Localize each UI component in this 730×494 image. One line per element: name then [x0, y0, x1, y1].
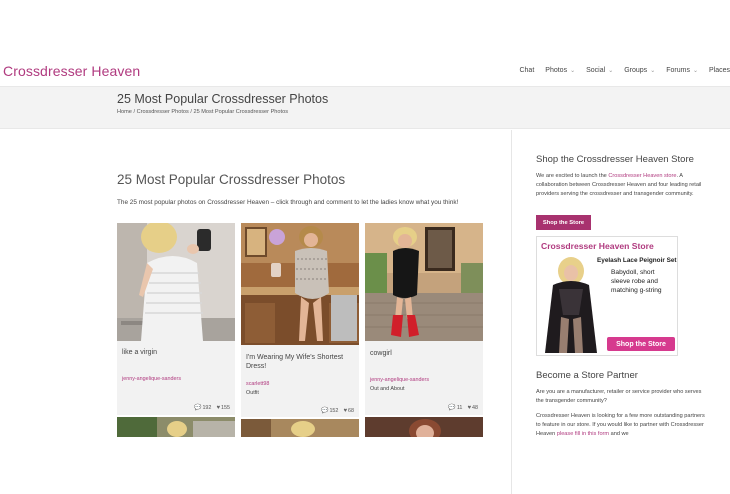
- card-caption[interactable]: cowgirl: [370, 349, 478, 358]
- photo-card[interactable]: I'm Wearing My Wife's Shortest Dress! sc…: [241, 223, 359, 417]
- nav-item-places[interactable]: Places: [709, 67, 730, 74]
- card-caption[interactable]: I'm Wearing My Wife's Shortest Dress!: [246, 353, 354, 371]
- nav-item-forums[interactable]: Forums ⌄: [666, 67, 698, 74]
- store-link[interactable]: Crossdresser Heaven store: [608, 173, 676, 179]
- heart-icon: ♥: [216, 404, 220, 411]
- like-count: 68: [348, 407, 354, 414]
- photo-thumbnail[interactable]: [241, 419, 359, 437]
- nav-item-chat[interactable]: Chat: [519, 67, 534, 74]
- card-category[interactable]: Out and About: [370, 386, 404, 392]
- store-text-part: We are excited to launch the: [536, 173, 609, 179]
- page-title: 25 Most Popular Crossdresser Photos: [117, 92, 329, 106]
- nav-label: Social: [586, 67, 606, 74]
- photo-thumbnail[interactable]: [117, 223, 235, 341]
- card-caption[interactable]: like a virgin: [122, 348, 230, 357]
- nav-label: Chat: [519, 67, 535, 74]
- card-author[interactable]: jenny-angelique-sanders: [122, 376, 181, 382]
- chevron-down-icon: ⌄: [570, 68, 576, 74]
- partner-form-link[interactable]: please fill in this form: [557, 431, 609, 437]
- card-stats: 💬152 ♥68: [320, 407, 354, 415]
- heart-icon: ♥: [343, 407, 347, 414]
- comment-count: 192: [202, 405, 212, 411]
- chevron-down-icon: ⌄: [608, 68, 614, 74]
- nav-label: Places: [708, 67, 730, 74]
- intro-text: The 25 most popular photos on Crossdress…: [117, 199, 459, 206]
- chevron-down-icon: ⌄: [692, 68, 698, 74]
- card-author[interactable]: jenny-angelique-sanders: [370, 377, 429, 383]
- card-author[interactable]: scarlett98: [246, 381, 269, 387]
- photo-card[interactable]: cowgirl jenny-angelique-sanders Out and …: [365, 223, 483, 415]
- chevron-down-icon: ⌄: [650, 68, 656, 74]
- comment-icon: 💬: [448, 405, 456, 411]
- partner-text-2: Crossdresser Heaven is looking for a few…: [536, 412, 708, 439]
- nav-label: Groups: [624, 67, 648, 74]
- store-heading: Shop the Crossdresser Heaven Store: [536, 154, 694, 165]
- photo-card[interactable]: like a virgin jenny-angelique-sanders 💬1…: [117, 223, 235, 415]
- like-count: 155: [221, 404, 230, 411]
- site-logo[interactable]: Crossdresser Heaven: [3, 63, 140, 79]
- photo-thumbnail[interactable]: [365, 417, 483, 437]
- ad-title: Crossdresser Heaven Store: [541, 241, 654, 251]
- card-stats: 💬192 ♥155: [193, 404, 230, 412]
- content-heading: 25 Most Popular Crossdresser Photos: [117, 172, 346, 187]
- comment-icon: 💬: [320, 408, 329, 414]
- nav-item-social[interactable]: Social ⌄: [586, 67, 613, 74]
- heart-icon: ♥: [467, 404, 471, 411]
- nav-label: Forums: [666, 67, 690, 74]
- store-ad-banner[interactable]: Crossdresser Heaven Store Eyelash Lace P…: [536, 236, 678, 356]
- ad-product-name: Eyelash Lace Peignoir Set: [597, 257, 677, 264]
- page-title-bar: 25 Most Popular Crossdresser Photos Home…: [0, 86, 730, 129]
- ad-model-image: [545, 257, 597, 353]
- like-count: 48: [472, 404, 478, 411]
- nav-item-photos[interactable]: Photos ⌄: [545, 67, 575, 74]
- comment-icon: 💬: [193, 405, 202, 411]
- photo-thumbnail[interactable]: [117, 417, 235, 437]
- main-nav: Chat Photos ⌄ Social ⌄ Groups ⌄ Forums ⌄ Pla…: [508, 67, 730, 74]
- store-text: We are excited to launch the Crossdresse…: [536, 172, 708, 199]
- card-category[interactable]: Outfit: [246, 390, 259, 396]
- partner-heading: Become a Store Partner: [536, 370, 638, 381]
- shop-store-button[interactable]: Shop the Store: [536, 215, 591, 230]
- breadcrumb[interactable]: Home / Crossdresser Photos / 25 Most Pop…: [117, 109, 288, 115]
- nav-label: Photos: [545, 67, 568, 74]
- photo-thumbnail[interactable]: [241, 223, 359, 345]
- nav-item-groups[interactable]: Groups ⌄: [624, 67, 655, 74]
- card-stats: 💬11 ♥48: [448, 404, 478, 412]
- column-divider: [511, 130, 512, 494]
- ad-shop-button[interactable]: Shop the Store: [607, 337, 675, 351]
- partner-text-part: and we: [609, 431, 629, 437]
- comment-count: 152: [329, 408, 339, 414]
- comment-count: 11: [456, 405, 463, 411]
- ad-product-desc: Babydoll, short sleeve robe and matching…: [611, 269, 662, 294]
- photo-thumbnail[interactable]: [365, 223, 483, 341]
- partner-text-1: Are you are a manufacturer, retailer or …: [536, 389, 702, 404]
